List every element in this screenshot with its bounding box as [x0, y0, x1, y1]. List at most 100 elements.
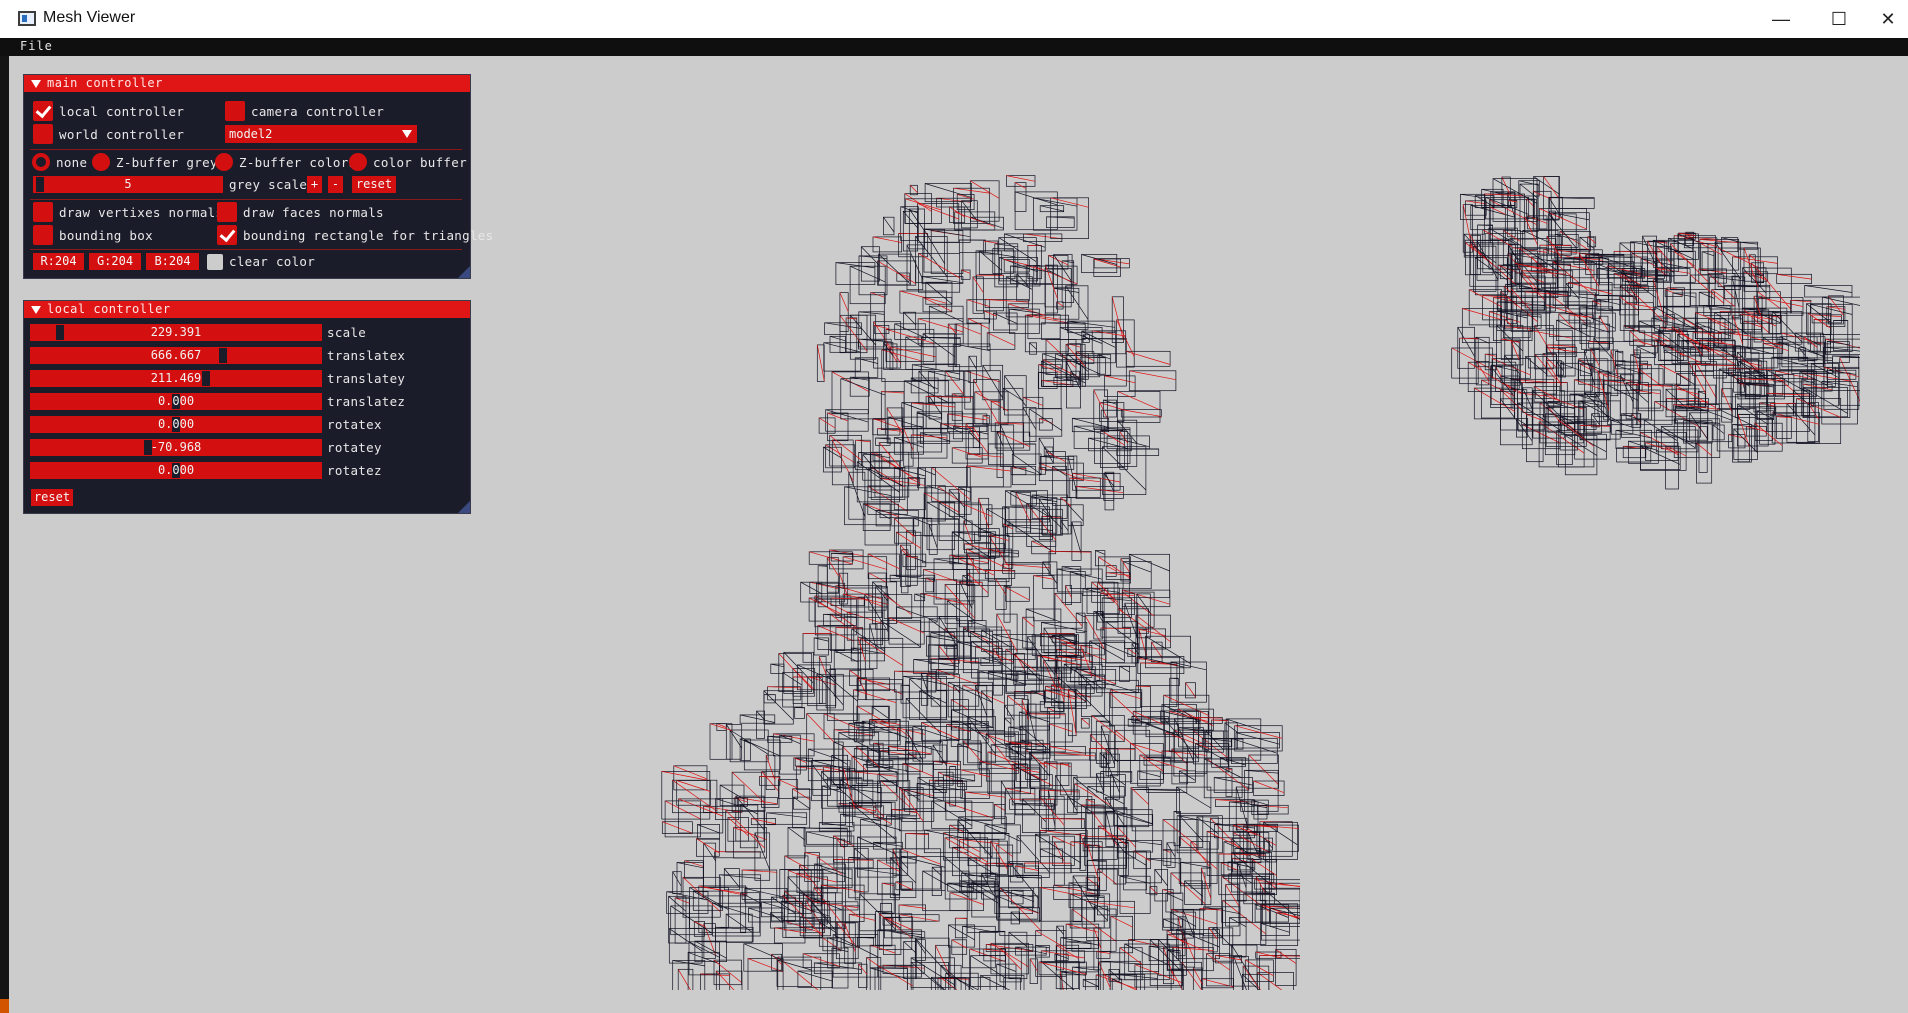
minimize-button[interactable]: —: [1752, 0, 1810, 38]
bounding-rect-triangles-checkbox[interactable]: [217, 225, 237, 245]
radio-none[interactable]: [32, 153, 50, 171]
triangle-bounding-rect: [763, 694, 776, 704]
camera-controller-checkbox[interactable]: [225, 101, 245, 121]
triangle-bounding-rect: [1714, 241, 1742, 290]
clear-color-g[interactable]: G:204: [89, 253, 141, 270]
triangle-edge: [965, 423, 989, 454]
triangle-edge: [896, 606, 938, 622]
triangle-edge: [839, 292, 849, 312]
slider-scale[interactable]: 229.391: [30, 324, 322, 341]
slider-rotatez[interactable]: 0.000: [30, 462, 322, 479]
triangle-bounding-rect: [874, 967, 908, 990]
clear-color-b[interactable]: B:204: [146, 253, 199, 270]
slider-translatez[interactable]: 0.000: [30, 393, 322, 410]
close-button[interactable]: ✕: [1868, 0, 1908, 38]
triangle-bounding-rect: [935, 579, 958, 600]
slider-grab[interactable]: [56, 325, 65, 340]
triangle-bounding-rect: [881, 882, 895, 914]
triangle-edge: [1231, 944, 1258, 986]
triangle-edge: [1204, 758, 1243, 779]
local-controller-checkbox[interactable]: [33, 101, 53, 121]
main-controller-header[interactable]: main controller: [24, 75, 470, 92]
triangle-edge: [1081, 718, 1090, 726]
bounding-rect-triangles-row[interactable]: bounding rectangle for triangles: [217, 225, 493, 245]
slider-rotatex[interactable]: 0.000: [30, 416, 322, 433]
triangle-edge: [1022, 407, 1037, 430]
draw-vertex-normals-row[interactable]: draw vertixes normals: [33, 202, 223, 222]
triangle-bounding-rect: [787, 827, 806, 859]
local-controller-header[interactable]: local controller: [24, 301, 470, 318]
triangle-edge: [965, 791, 1006, 798]
render-mode-zbuffer-colors[interactable]: Z-buffer colors: [215, 152, 356, 172]
maximize-button[interactable]: ☐: [1810, 0, 1868, 38]
triangle-edge: [894, 323, 926, 339]
triangle-edge: [1587, 236, 1596, 244]
triangle-edge: [1457, 327, 1475, 357]
grey-scale-reset-button[interactable]: reset: [352, 176, 396, 193]
bounding-box-row[interactable]: bounding box: [33, 225, 153, 245]
triangle-bounding-rect: [1027, 245, 1042, 280]
triangle-bounding-rect: [1033, 575, 1055, 622]
grey-scale-slider[interactable]: 5: [33, 176, 223, 193]
triangle-bounding-rect: [966, 465, 1012, 488]
draw-vertex-normals-label: draw vertixes normals: [59, 204, 224, 220]
triangle-edge: [1022, 616, 1035, 628]
grey-scale-minus-button[interactable]: -: [328, 176, 343, 193]
triangle-edge: [1242, 974, 1260, 990]
triangle-edge: [806, 713, 835, 743]
slider-grab[interactable]: [218, 348, 227, 363]
draw-vertex-normals-checkbox[interactable]: [33, 202, 53, 222]
triangle-bounding-rect: [893, 467, 926, 511]
triangle-bounding-rect: [1543, 248, 1590, 271]
slider-value: 229.391: [150, 325, 202, 339]
triangle-edge: [981, 629, 1011, 648]
triangle-bounding-rect: [715, 798, 740, 820]
triangle-edge: [1048, 255, 1069, 266]
triangle-edge: [938, 771, 954, 780]
slider-translatex[interactable]: 666.667: [30, 347, 322, 364]
triangle-edge: [1033, 575, 1055, 580]
bounding-box-checkbox[interactable]: [33, 225, 53, 245]
triangle-edge: [1120, 558, 1130, 573]
triangle-edge: [1006, 175, 1036, 182]
local-controller-checkbox-row[interactable]: local controller: [33, 101, 184, 121]
triangle-bounding-rect: [1045, 451, 1066, 472]
draw-face-normals-row[interactable]: draw faces normals: [217, 202, 384, 222]
radio-color-buffer[interactable]: [349, 153, 367, 171]
triangle-edge: [1003, 388, 1023, 401]
slider-grab[interactable]: [36, 177, 44, 192]
draw-face-normals-checkbox[interactable]: [217, 202, 237, 222]
radio-zbuffer-colors[interactable]: [215, 153, 233, 171]
triangle-edge: [716, 723, 727, 728]
render-mode-none[interactable]: none: [32, 152, 87, 172]
resize-grip-icon[interactable]: [458, 266, 470, 278]
triangle-edge: [947, 413, 987, 421]
triangle-bounding-rect: [984, 570, 1016, 579]
triangle-edge: [994, 804, 1006, 811]
world-controller-checkbox-row[interactable]: world controller: [33, 124, 184, 144]
radio-zbuffer-grey[interactable]: [92, 153, 110, 171]
triangle-edge: [1129, 553, 1170, 572]
triangle-edge: [1096, 773, 1105, 793]
menu-file[interactable]: File: [20, 39, 53, 53]
triangle-edge: [1012, 453, 1042, 475]
triangle-bounding-rect: [1119, 665, 1130, 682]
camera-controller-checkbox-row[interactable]: camera controller: [225, 101, 384, 121]
grey-scale-plus-button[interactable]: +: [307, 176, 322, 193]
slider-value: 666.667: [150, 348, 202, 362]
slider-rotatey[interactable]: -70.968: [30, 439, 322, 456]
slider-grab[interactable]: [202, 371, 211, 386]
resize-grip-icon[interactable]: [458, 501, 470, 513]
world-controller-checkbox[interactable]: [33, 124, 53, 144]
clear-color-r[interactable]: R:204: [33, 253, 84, 270]
render-mode-color-buffer[interactable]: color buffer: [349, 152, 467, 172]
slider-translatey[interactable]: 211.469: [30, 370, 322, 387]
local-reset-button[interactable]: reset: [31, 489, 73, 506]
triangle-edge: [943, 774, 975, 782]
triangle-bounding-rect: [915, 939, 926, 961]
render-mode-zbuffer-grey[interactable]: Z-buffer grey: [92, 152, 218, 172]
triangle-edge: [1460, 193, 1485, 199]
model-select[interactable]: model2: [225, 125, 417, 143]
clear-color-swatch[interactable]: [207, 254, 223, 270]
triangle-bounding-rect: [1514, 258, 1522, 284]
